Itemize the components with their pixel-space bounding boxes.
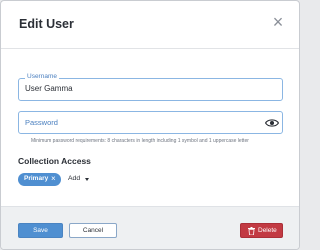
save-button[interactable]: Save — [18, 223, 63, 238]
trash-icon — [248, 227, 255, 235]
password-placeholder: Password — [25, 118, 58, 127]
chip-label: Primary — [24, 175, 49, 182]
username-label: Username — [25, 73, 59, 80]
close-icon[interactable]: × — [269, 13, 287, 31]
remove-chip-icon[interactable]: × — [51, 174, 56, 184]
delete-label: Delete — [258, 227, 277, 234]
dialog-title: Edit User — [19, 17, 74, 31]
collection-chip: Primary × — [18, 173, 61, 186]
delete-button[interactable]: Delete — [240, 223, 283, 238]
add-collection-dropdown[interactable]: Add — [68, 175, 80, 182]
chevron-down-icon[interactable] — [85, 178, 89, 181]
dialog-footer: Save Cancel Delete — [1, 206, 299, 249]
dialog-header: Edit User × — [1, 1, 299, 49]
eye-icon[interactable] — [265, 116, 279, 130]
username-field[interactable]: Username User Gamma — [18, 73, 283, 101]
password-field[interactable]: Password — [18, 111, 283, 134]
collection-access-title: Collection Access — [18, 156, 91, 166]
username-value: User Gamma — [25, 84, 73, 93]
password-requirements-hint: Minimum password requirements: 8 charact… — [31, 138, 249, 144]
cancel-button[interactable]: Cancel — [69, 223, 117, 238]
edit-user-dialog: Edit User × Username User Gamma Password… — [0, 0, 300, 250]
